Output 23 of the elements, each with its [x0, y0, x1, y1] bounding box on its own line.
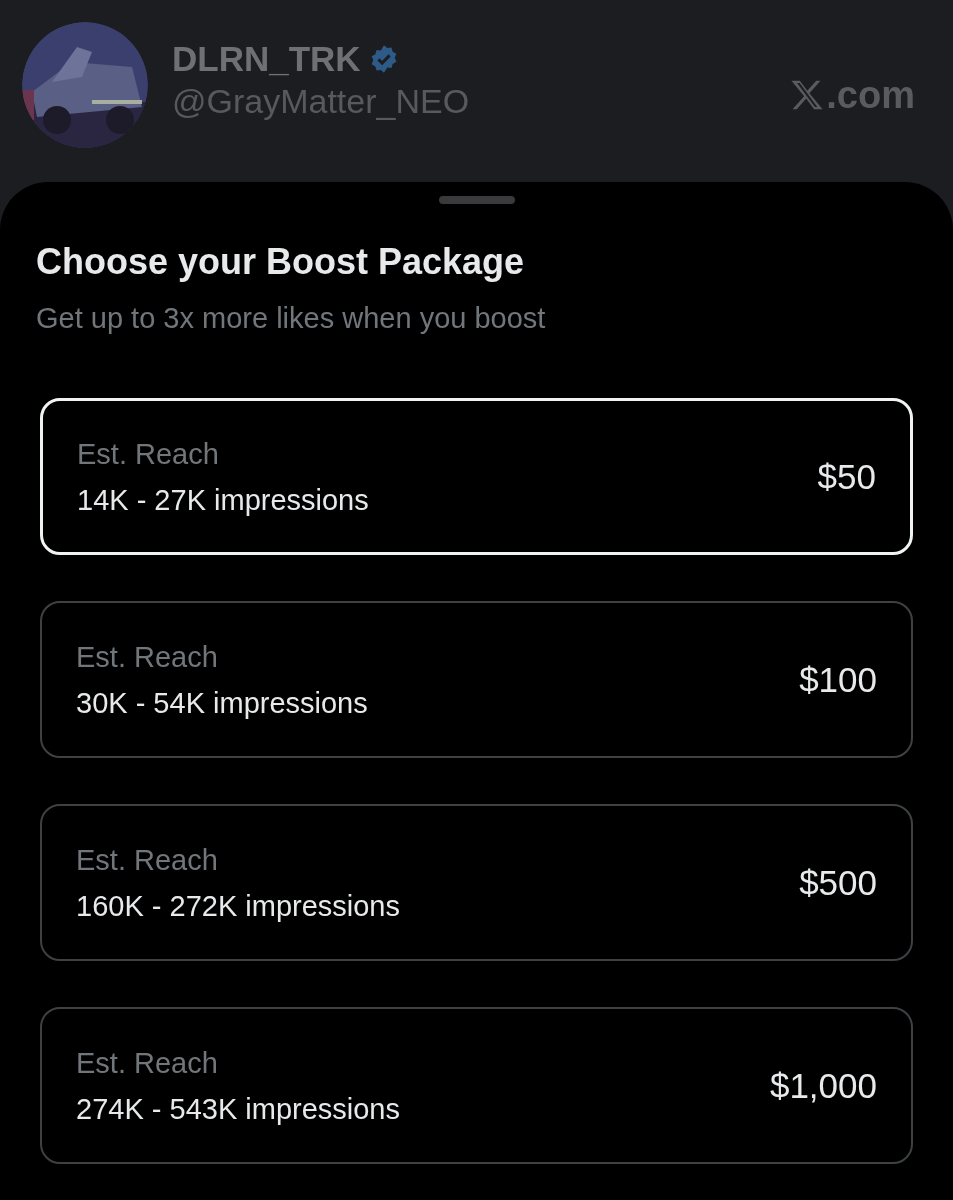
reach-range: 14K - 27K impressions [77, 482, 369, 518]
package-option[interactable]: Est. Reach 30K - 54K impressions $100 [40, 601, 913, 758]
drag-handle[interactable] [438, 196, 515, 204]
package-price: $1,000 [769, 1064, 877, 1107]
package-option[interactable]: Est. Reach 14K - 27K impressions $50 [40, 398, 913, 555]
package-price: $100 [799, 658, 877, 701]
package-option[interactable]: Est. Reach 160K - 272K impressions $500 [40, 804, 913, 961]
reach-range: 160K - 272K impressions [76, 888, 400, 924]
display-name: DLRN_TRK [172, 38, 361, 80]
x-logo-icon [790, 79, 825, 111]
package-price: $50 [817, 455, 876, 498]
package-option[interactable]: Est. Reach 274K - 543K impressions $1,000 [40, 1007, 913, 1164]
option-label: Est. Reach [76, 1045, 219, 1081]
sheet-subtitle: Get up to 3x more likes when you boost [36, 301, 547, 336]
option-label: Est. Reach [76, 842, 219, 878]
option-label: Est. Reach [77, 436, 220, 472]
site-label: .com [826, 74, 915, 116]
reach-range: 30K - 54K impressions [76, 685, 368, 721]
package-price: $500 [799, 861, 877, 904]
user-handle: @GrayMatter_NEO [172, 81, 470, 122]
reach-range: 274K - 543K impressions [76, 1091, 400, 1127]
option-label: Est. Reach [76, 639, 219, 675]
sheet-title: Choose your Boost Package [36, 240, 526, 284]
